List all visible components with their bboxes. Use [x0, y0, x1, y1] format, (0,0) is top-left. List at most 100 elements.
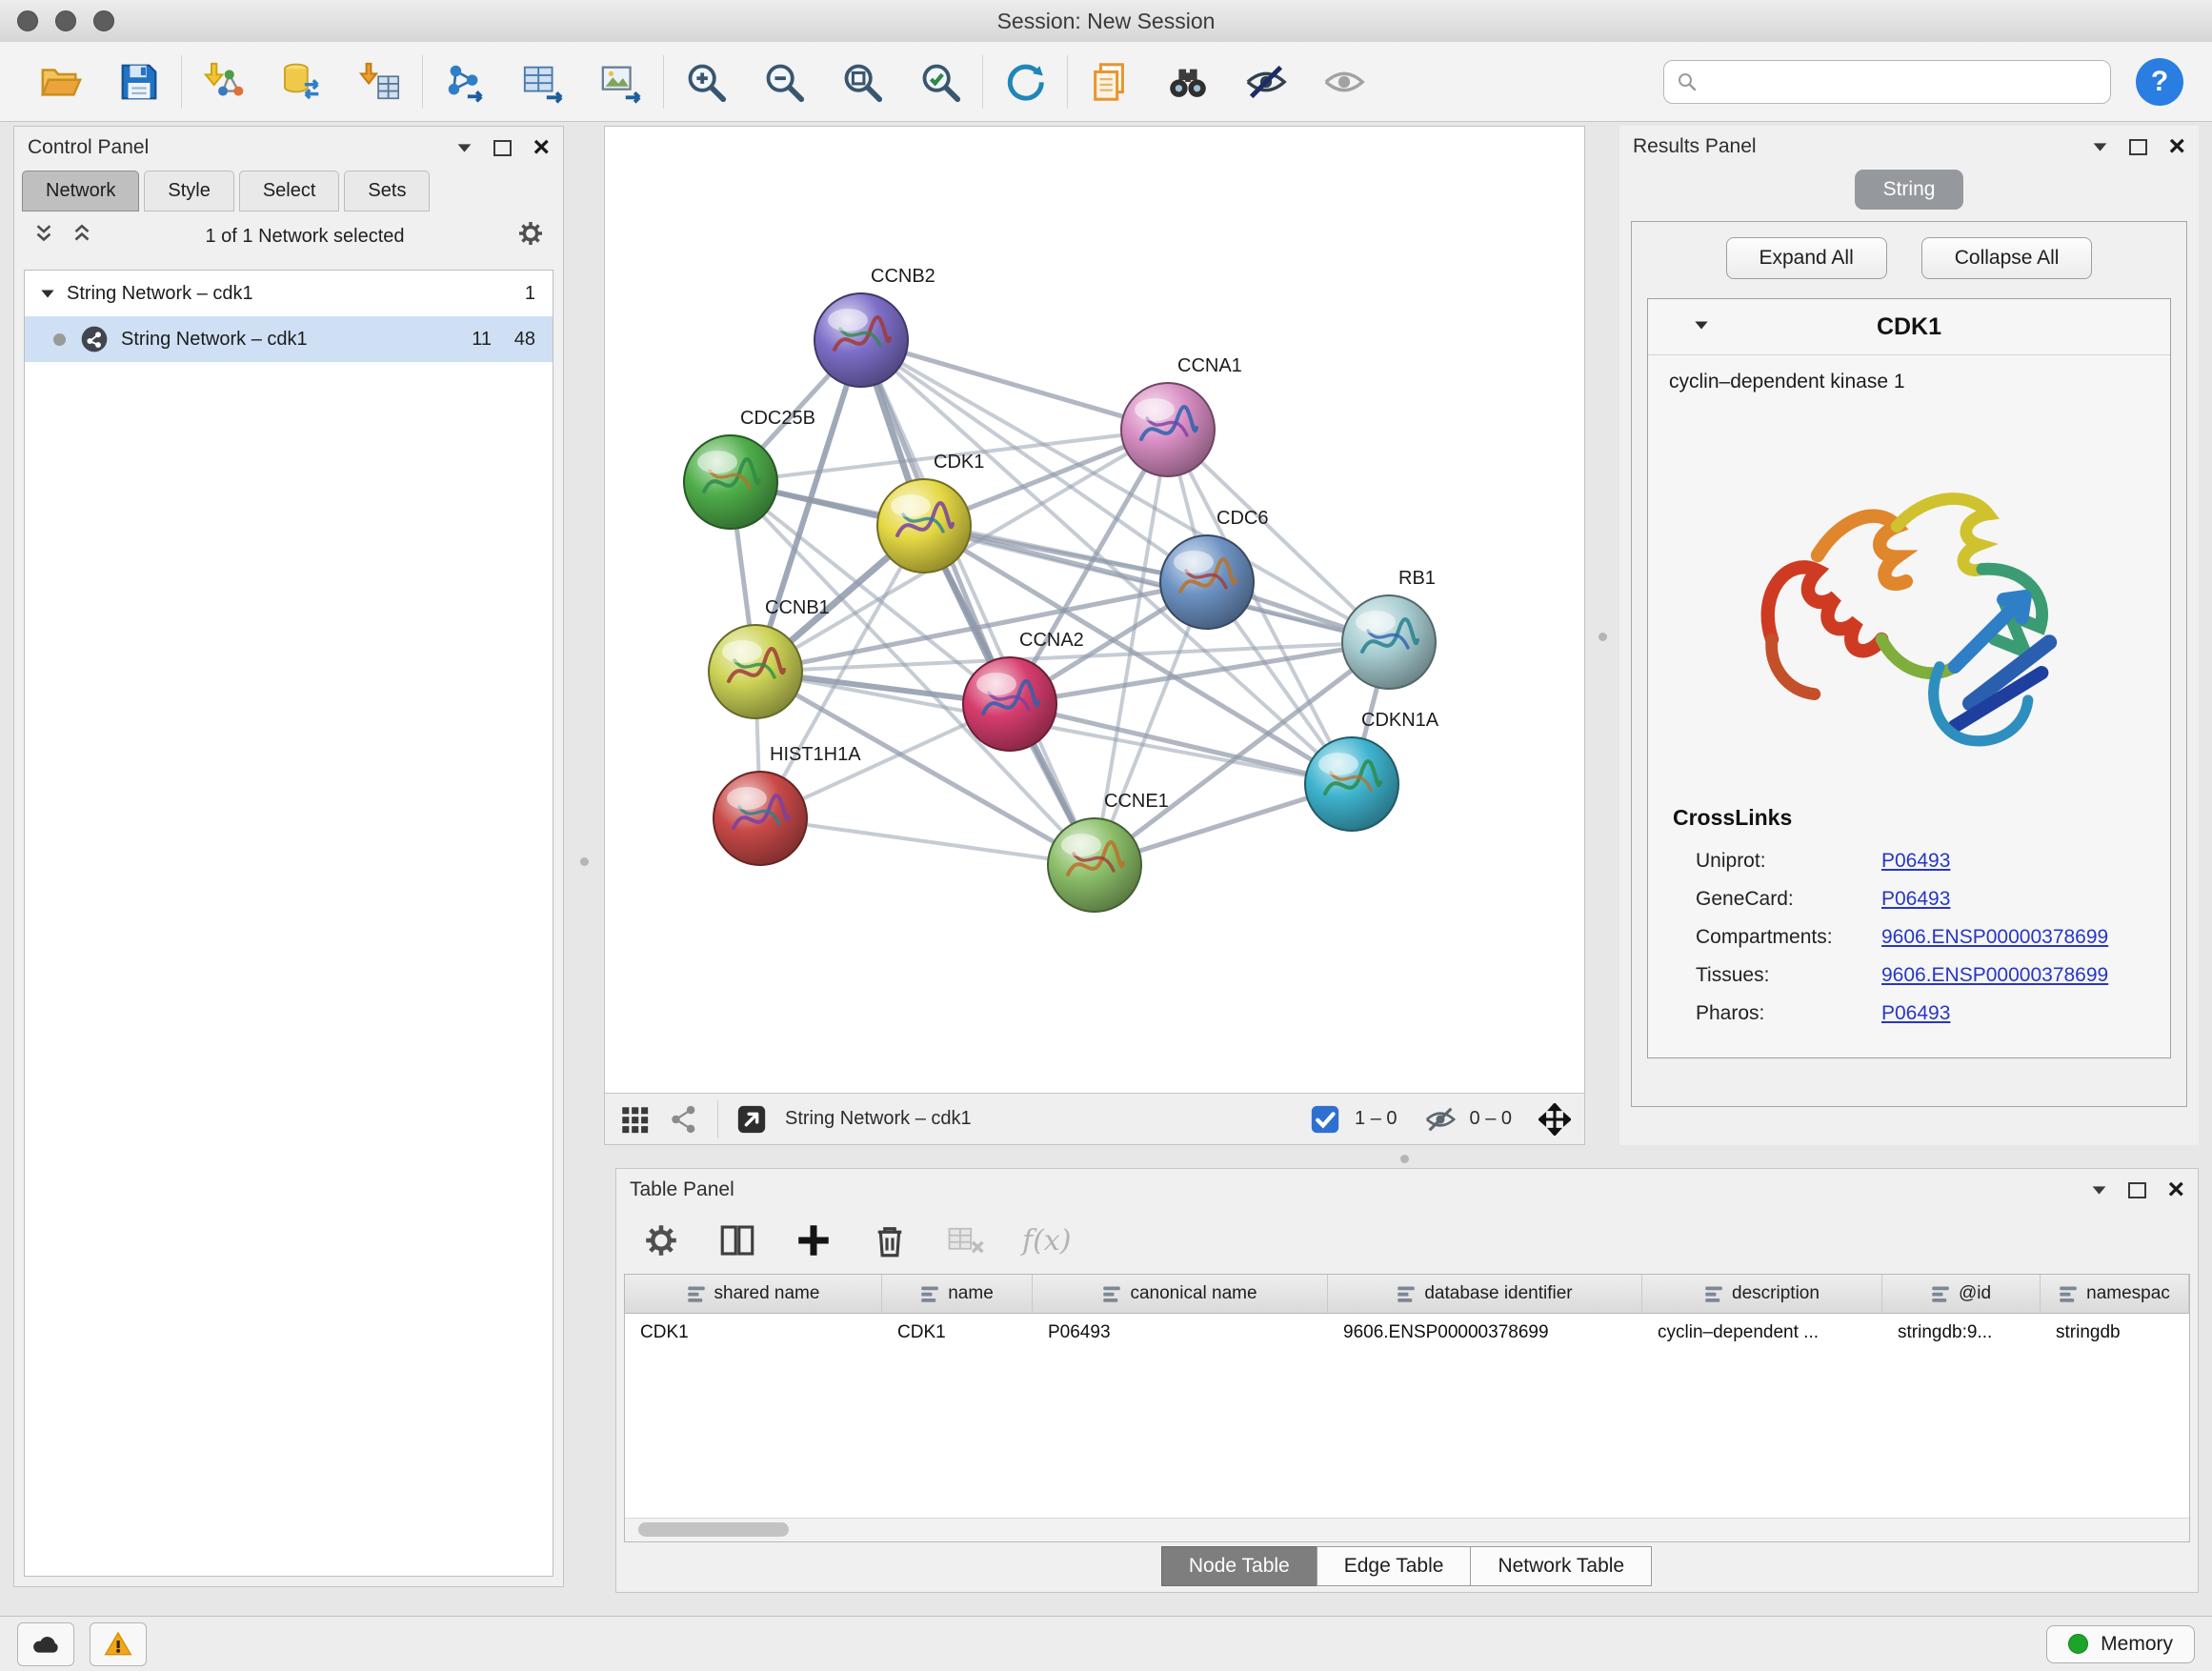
control-panel: Control Panel × Network Style Select Set…	[13, 126, 564, 1587]
panel-float-icon[interactable]	[2128, 1182, 2146, 1198]
delete-column-icon[interactable]	[870, 1220, 910, 1260]
panel-close-icon[interactable]: ×	[533, 136, 550, 159]
scrollbar-thumb[interactable]	[638, 1522, 789, 1537]
table-cell[interactable]: P06493	[1033, 1314, 1328, 1352]
tree-expander-icon[interactable]	[40, 283, 67, 305]
help-icon[interactable]: ?	[2136, 58, 2183, 106]
panel-close-icon[interactable]: ×	[2167, 1178, 2184, 1201]
warnings-button[interactable]	[90, 1622, 147, 1666]
splitter-handle[interactable]	[580, 857, 589, 866]
column-header[interactable]: description	[1642, 1275, 1882, 1313]
table-row[interactable]: CDK1CDK1P064939606.ENSP00000378699cyclin…	[625, 1314, 2189, 1352]
column-header[interactable]: canonical name	[1033, 1275, 1328, 1313]
network-canvas[interactable]: CCNB2CCNA1CDC25BCDK1CDC6RB1CCNB1CCNA2CDK…	[605, 127, 1584, 1093]
network-node-CDC6[interactable]: CDC6	[1160, 508, 1268, 629]
search-objects-icon[interactable]	[1163, 57, 1213, 107]
table-cell[interactable]: CDK1	[882, 1314, 1033, 1352]
show-all-icon[interactable]	[1319, 57, 1369, 107]
table-cell[interactable]: stringdb	[2041, 1314, 2189, 1352]
selected-checkbox-icon[interactable]	[1309, 1103, 1341, 1136]
crosslink-link[interactable]: 9606.ENSP00000378699	[1881, 964, 2108, 987]
copy-icon[interactable]	[1085, 57, 1135, 107]
panel-menu-icon[interactable]	[456, 143, 473, 153]
panel-close-icon[interactable]: ×	[2168, 135, 2185, 158]
zoom-fit-icon[interactable]	[837, 57, 887, 107]
network-node-HIST1H1A[interactable]: HIST1H1A	[714, 744, 861, 865]
expand-all-button[interactable]: Expand All	[1726, 237, 1887, 279]
table-cell[interactable]: stringdb:9...	[1882, 1314, 2041, 1352]
network-edge[interactable]	[1010, 704, 1352, 784]
toolbar-search[interactable]	[1663, 60, 2111, 104]
column-header[interactable]: name	[882, 1275, 1033, 1313]
tab-edge-table[interactable]: Edge Table	[1317, 1546, 1472, 1586]
crosslink-link[interactable]: P06493	[1881, 850, 1950, 873]
panel-float-icon[interactable]	[2129, 139, 2147, 155]
crosslink-link[interactable]: P06493	[1881, 1002, 1950, 1025]
new-network-icon[interactable]	[440, 57, 490, 107]
import-network-database-icon[interactable]	[277, 57, 327, 107]
network-node-CCNB1[interactable]: CCNB1	[709, 597, 830, 718]
open-session-icon[interactable]	[36, 57, 86, 107]
section-expander-icon[interactable]	[1694, 318, 1720, 335]
tab-network[interactable]: Network	[22, 171, 139, 211]
network-node-CDC25B[interactable]: CDC25B	[684, 408, 815, 529]
tab-style[interactable]: Style	[144, 171, 233, 211]
new-table-icon[interactable]	[518, 57, 568, 107]
refresh-icon[interactable]	[1000, 57, 1050, 107]
splitter-handle[interactable]	[1400, 1155, 1409, 1163]
table-cell[interactable]: 9606.ENSP00000378699	[1328, 1314, 1642, 1352]
show-columns-icon[interactable]	[717, 1220, 757, 1260]
crosslink-link[interactable]: P06493	[1881, 888, 1950, 911]
network-edge[interactable]	[861, 340, 1168, 430]
protein-section-header[interactable]: CDK1	[1648, 299, 2170, 355]
column-header[interactable]: database identifier	[1328, 1275, 1642, 1313]
table-cell[interactable]: CDK1	[625, 1314, 882, 1352]
collapse-all-button[interactable]: Collapse All	[1921, 237, 2093, 279]
import-table-icon[interactable]	[355, 57, 405, 107]
network-collection-count: 1	[525, 283, 535, 305]
expand-all-networks-icon[interactable]	[31, 221, 56, 252]
zoom-selected-icon[interactable]	[915, 57, 965, 107]
panel-menu-icon[interactable]	[2092, 142, 2108, 152]
search-input[interactable]	[1706, 70, 2099, 93]
collapse-all-networks-icon[interactable]	[70, 221, 94, 252]
memory-button[interactable]: Memory	[2046, 1625, 2195, 1663]
share-network-icon[interactable]	[668, 1103, 700, 1136]
zoom-out-icon[interactable]	[759, 57, 809, 107]
export-image-icon[interactable]	[596, 57, 646, 107]
tab-node-table[interactable]: Node Table	[1161, 1546, 1317, 1586]
panel-float-icon[interactable]	[493, 140, 512, 156]
cloud-button[interactable]	[17, 1622, 74, 1666]
network-options-gear-icon[interactable]	[515, 218, 546, 254]
add-column-icon[interactable]	[794, 1220, 834, 1260]
hide-selected-icon[interactable]	[1241, 57, 1291, 107]
tab-select[interactable]: Select	[239, 171, 340, 211]
move-crosshair-icon[interactable]	[1538, 1103, 1571, 1136]
crosslink-link[interactable]: 9606.ENSP00000378699	[1881, 926, 2108, 949]
grid-view-icon[interactable]	[618, 1103, 651, 1136]
tab-string[interactable]: String	[1855, 170, 1964, 210]
network-node-CCNA1[interactable]: CCNA1	[1121, 355, 1242, 476]
panel-menu-icon[interactable]	[2091, 1185, 2107, 1196]
save-session-icon[interactable]	[114, 57, 164, 107]
network-edge[interactable]	[861, 340, 1095, 865]
table-gear-icon[interactable]	[641, 1220, 681, 1260]
network-collection-row[interactable]: String Network – cdk1 1	[25, 271, 553, 316]
hidden-eye-icon[interactable]	[1424, 1103, 1457, 1136]
network-edge[interactable]	[760, 818, 1095, 865]
column-header[interactable]: shared name	[625, 1275, 882, 1313]
splitter-handle[interactable]	[1599, 633, 1607, 641]
tab-sets[interactable]: Sets	[344, 171, 430, 211]
import-network-file-icon[interactable]	[199, 57, 249, 107]
network-row[interactable]: String Network – cdk1 11 48	[25, 316, 553, 362]
zoom-in-icon[interactable]	[681, 57, 731, 107]
tab-network-table[interactable]: Network Table	[1470, 1546, 1652, 1586]
table-horizontal-scrollbar[interactable]	[625, 1518, 2189, 1541]
network-node-CCNB2[interactable]: CCNB2	[814, 266, 935, 387]
column-header[interactable]: namespac	[2041, 1275, 2189, 1313]
table-cell[interactable]: cyclin–dependent ...	[1642, 1314, 1882, 1352]
network-node-RB1[interactable]: RB1	[1342, 568, 1436, 689]
column-header[interactable]: @id	[1882, 1275, 2041, 1313]
network-node-CDKN1A[interactable]: CDKN1A	[1305, 710, 1439, 831]
open-in-window-icon[interactable]	[735, 1103, 768, 1136]
